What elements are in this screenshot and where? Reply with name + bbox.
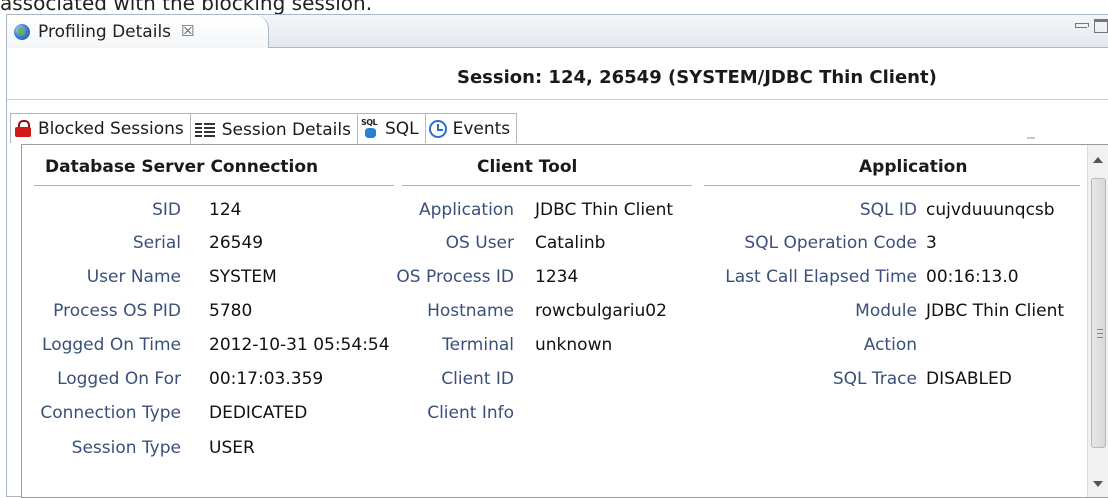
section-rule bbox=[704, 185, 1080, 186]
label-process-os-pid: Process OS PID bbox=[53, 301, 181, 321]
details-content: Database Server Connection Client Tool A… bbox=[22, 145, 1087, 497]
sash-handle[interactable] bbox=[1027, 137, 1035, 139]
label-action: Action bbox=[863, 335, 917, 355]
vertical-scrollbar[interactable] bbox=[1087, 145, 1108, 497]
label-session-type: Session Type bbox=[71, 438, 181, 458]
value-os-process-id: 1234 bbox=[535, 267, 579, 287]
value-terminal: unknown bbox=[535, 335, 613, 355]
value-logged-on-for: 00:17:03.359 bbox=[209, 369, 324, 389]
globe-icon bbox=[14, 23, 30, 40]
caption-text: associated with the blocking session. bbox=[0, 0, 373, 15]
section-header-application: Application bbox=[859, 157, 968, 177]
maximize-icon[interactable] bbox=[1094, 19, 1108, 33]
value-session-type: USER bbox=[209, 438, 255, 458]
label-sql-id: SQL ID bbox=[859, 200, 917, 220]
window-controls bbox=[1074, 19, 1108, 33]
label-os-user: OS User bbox=[445, 233, 514, 253]
list-icon bbox=[194, 122, 216, 138]
subtab-label: SQL bbox=[384, 118, 419, 139]
session-title: Session: 124, 26549 (SYSTEM/JDBC Thin Cl… bbox=[457, 67, 937, 88]
subtab-label: Events bbox=[452, 118, 511, 139]
tab-label: Profiling Details bbox=[38, 21, 172, 42]
section-rule bbox=[34, 185, 394, 186]
lock-icon bbox=[14, 120, 32, 137]
scroll-down-icon[interactable] bbox=[1093, 481, 1103, 487]
label-sql-operation-code: SQL Operation Code bbox=[744, 233, 917, 253]
tab-session-details[interactable]: Session Details bbox=[189, 113, 358, 145]
scroll-up-icon[interactable] bbox=[1093, 157, 1103, 163]
label-hostname: Hostname bbox=[427, 301, 514, 321]
value-application: JDBC Thin Client bbox=[535, 200, 674, 220]
value-sql-operation-code: 3 bbox=[926, 233, 937, 253]
value-module: JDBC Thin Client bbox=[926, 301, 1065, 321]
sql-icon: SQL bbox=[361, 118, 379, 139]
label-serial: Serial bbox=[132, 233, 181, 253]
value-user-name: SYSTEM bbox=[209, 267, 277, 287]
label-client-info: Client Info bbox=[427, 403, 514, 423]
section-rule bbox=[402, 185, 692, 186]
label-module: Module bbox=[855, 301, 917, 321]
label-logged-on-for: Logged On For bbox=[57, 369, 181, 389]
subtab-label: Session Details bbox=[221, 119, 351, 140]
value-logged-on-time: 2012-10-31 05:54:54 bbox=[209, 335, 390, 355]
value-process-os-pid: 5780 bbox=[209, 301, 253, 321]
grip-icon bbox=[1097, 329, 1103, 338]
label-last-call-elapsed-time: Last Call Elapsed Time bbox=[725, 267, 917, 287]
profiling-details-view: Profiling Details ☒ Session: 124, 26549 … bbox=[6, 14, 1108, 498]
view-tabstrip: Profiling Details ☒ bbox=[7, 15, 1108, 48]
tab-sql[interactable]: SQL SQL bbox=[356, 113, 426, 143]
label-sid: SID bbox=[152, 200, 181, 220]
value-hostname: rowcbulgariu02 bbox=[535, 301, 667, 321]
session-details-panel: Database Server Connection Client Tool A… bbox=[21, 144, 1108, 498]
value-serial: 26549 bbox=[209, 233, 264, 253]
value-os-user: Catalinb bbox=[535, 233, 606, 253]
tab-blocked-sessions[interactable]: Blocked Sessions bbox=[10, 113, 191, 143]
section-header-client: Client Tool bbox=[477, 157, 578, 177]
divider bbox=[7, 99, 1108, 100]
section-header-database: Database Server Connection bbox=[45, 157, 319, 177]
close-icon[interactable]: ☒ bbox=[181, 24, 194, 39]
label-os-process-id: OS Process ID bbox=[396, 267, 514, 287]
value-sql-id: cujvduuunqcsb bbox=[926, 200, 1055, 220]
subtab-bar: Blocked Sessions Session Details SQL SQL… bbox=[10, 113, 518, 145]
label-terminal: Terminal bbox=[442, 335, 514, 355]
tab-profiling-details[interactable]: Profiling Details ☒ bbox=[7, 15, 269, 48]
label-sql-trace: SQL Trace bbox=[832, 369, 917, 389]
value-sql-trace: DISABLED bbox=[926, 369, 1012, 389]
label-logged-on-time: Logged On Time bbox=[42, 335, 181, 355]
label-client-id: Client ID bbox=[441, 369, 514, 389]
minimize-icon[interactable] bbox=[1074, 21, 1089, 31]
events-icon bbox=[428, 119, 447, 138]
label-user-name: User Name bbox=[86, 267, 181, 287]
tab-events[interactable]: Events bbox=[424, 113, 518, 143]
scroll-thumb[interactable] bbox=[1091, 178, 1106, 448]
value-connection-type: DEDICATED bbox=[209, 403, 308, 423]
value-last-call-elapsed-time: 00:16:13.0 bbox=[926, 267, 1019, 287]
subtab-label: Blocked Sessions bbox=[38, 118, 184, 139]
value-sid: 124 bbox=[209, 200, 242, 220]
label-connection-type: Connection Type bbox=[40, 403, 181, 423]
label-application: Application bbox=[419, 200, 514, 220]
